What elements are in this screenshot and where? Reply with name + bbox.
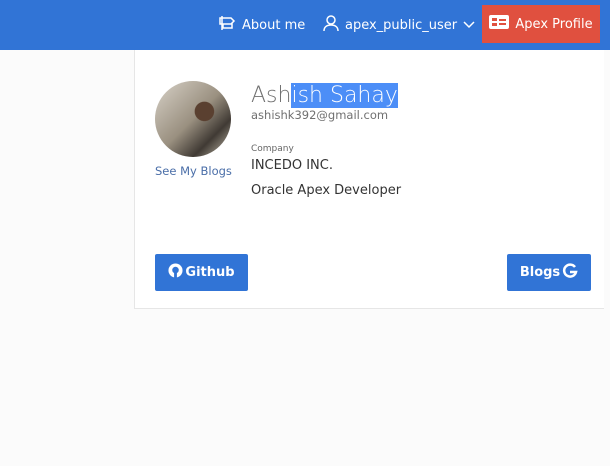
avatar	[155, 81, 231, 157]
user-menu[interactable]: apex_public_user	[323, 0, 475, 50]
apex-profile-button[interactable]: Apex Profile	[482, 5, 600, 43]
email: ashishk392@gmail.com	[251, 108, 389, 122]
name-part: Ash	[251, 83, 292, 108]
company-name: INCEDO INC.	[251, 158, 333, 173]
id-card-icon	[489, 15, 510, 33]
profile-card: See My Blogs Ashish Sahay ashishk392@gma…	[134, 50, 604, 309]
github-icon	[168, 263, 183, 282]
company-label: Company	[251, 144, 294, 154]
user-icon	[323, 14, 339, 36]
blogs-label: Blogs	[519, 265, 561, 280]
see-my-blogs-link[interactable]: See My Blogs	[155, 164, 232, 178]
google-g-icon	[562, 262, 578, 283]
signpost-icon	[218, 15, 236, 35]
job-role: Oracle Apex Developer	[251, 183, 402, 198]
about-me-label: About me	[242, 17, 306, 33]
profile-name: Ashish Sahay	[251, 83, 398, 108]
chevron-down-icon	[463, 18, 475, 33]
apex-profile-label: Apex Profile	[515, 16, 593, 32]
github-button[interactable]: Github	[155, 254, 248, 291]
blogs-button[interactable]: Blogs	[507, 254, 591, 291]
about-me-link[interactable]: About me	[218, 0, 305, 50]
github-label: Github	[185, 265, 235, 280]
name-selected-part: ish Sahay	[291, 83, 398, 108]
username-label: apex_public_user	[345, 17, 458, 33]
top-navigation-bar: About me apex_public_user Apex Profile	[0, 0, 610, 50]
